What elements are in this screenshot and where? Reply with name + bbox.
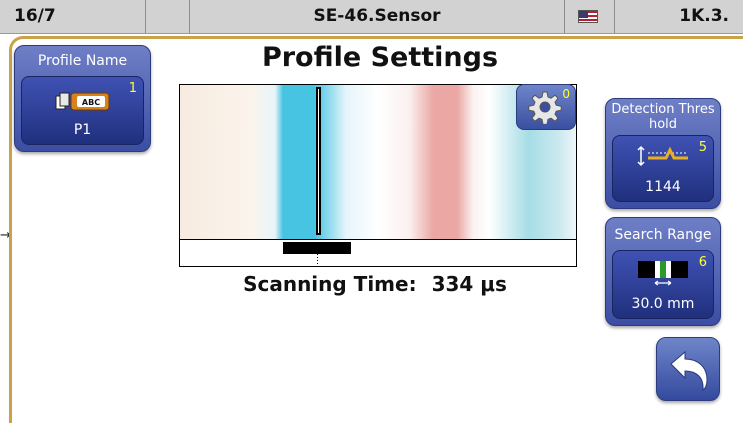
scanning-time: Scanning Time: 334 μs xyxy=(180,272,570,296)
scan-baseline xyxy=(180,239,576,240)
scan-settings-number: 0 xyxy=(562,87,570,101)
gear-icon xyxy=(528,90,562,128)
profile-name-button[interactable]: Profile Name 1 ABC P1 xyxy=(14,45,151,152)
page-title: Profile Settings xyxy=(261,42,499,73)
search-range-header: Search Range xyxy=(614,227,712,243)
detection-marker xyxy=(283,242,351,254)
status-separator xyxy=(146,0,190,33)
scanning-time-label: Scanning Time: xyxy=(243,272,417,296)
search-range-icon xyxy=(636,259,690,291)
back-button[interactable] xyxy=(656,337,720,401)
scan-tick-line xyxy=(317,254,318,266)
scan-settings-button[interactable]: 0 xyxy=(516,84,576,130)
device-name: SE-46.Sensor xyxy=(190,0,565,33)
back-arrow-icon xyxy=(667,348,711,396)
search-range-value: 30.0 mm xyxy=(631,296,695,312)
language-selector[interactable] xyxy=(565,0,615,33)
profile-name-value: P1 xyxy=(73,122,92,138)
position-indicator: 16/7 xyxy=(0,0,146,33)
mode-indicator: 1K.3. xyxy=(679,6,729,26)
abc-icon-text: ABC xyxy=(81,98,99,107)
us-flag-icon xyxy=(578,10,598,23)
search-range-number: 6 xyxy=(698,255,707,270)
status-bar: 16/7 SE-46.Sensor 1K.3. xyxy=(0,0,743,34)
detection-threshold-button[interactable]: Detection Thres hold 5 1144 xyxy=(605,98,721,209)
search-range-button[interactable]: Search Range 6 30.0 mm xyxy=(605,217,721,326)
detection-threshold-header: Detection Thres hold xyxy=(611,102,715,132)
detection-threshold-number: 5 xyxy=(698,140,707,155)
scan-cursor[interactable] xyxy=(316,87,321,235)
profile-name-header: Profile Name xyxy=(37,53,128,69)
abc-label-icon: ABC xyxy=(55,91,111,117)
scanning-time-value: 334 μs xyxy=(431,272,507,296)
detection-threshold-value: 1144 xyxy=(645,179,681,195)
profile-name-number: 1 xyxy=(128,81,137,96)
threshold-icon xyxy=(636,144,690,172)
